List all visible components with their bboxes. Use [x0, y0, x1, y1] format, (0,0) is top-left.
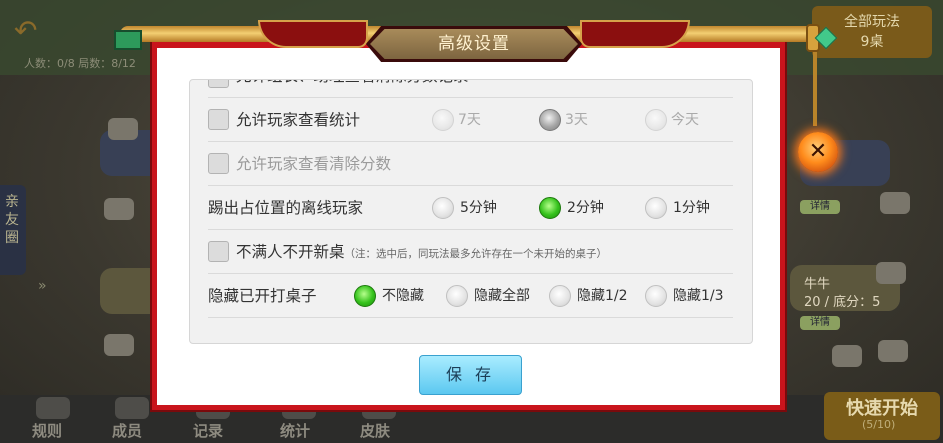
radio-button[interactable] — [645, 285, 667, 307]
radio-button[interactable] — [446, 285, 468, 307]
side-tab-label: 亲友圈 — [5, 194, 19, 246]
bottom-tab-rules[interactable]: 规则 — [32, 420, 62, 441]
setting-row-view-stats: 允许玩家查看统计 7天 3天 今天 — [208, 98, 733, 142]
setting-label: 允许玩家查看统计 — [236, 111, 361, 129]
settings-panel: 允许组长、助理查看清除分数记录 允许玩家查看统计 7天 3天 今天 允许玩家查看… — [189, 79, 753, 344]
setting-row-no-new-table: 不满人不开新桌（注：选中后，同玩法最多允许存在一个未开始的桌子） — [208, 230, 733, 274]
setting-label-wrap: 不满人不开新桌（注：选中后，同玩法最多允许存在一个未开始的桌子） — [236, 230, 607, 274]
table-seat — [108, 118, 138, 140]
setting-row-leader-clear-records: 允许组长、助理查看清除分数记录 — [208, 80, 733, 98]
rules-icon — [36, 397, 70, 419]
bottom-tab-skin[interactable]: 皮肤 — [360, 420, 390, 441]
setting-label: 允许组长、助理查看清除分数记录 — [236, 80, 469, 94]
lobby-stats-text: 人数：0/8 局数：8/12 — [24, 57, 136, 70]
radio-button[interactable] — [539, 109, 561, 131]
radio-button[interactable] — [432, 109, 454, 131]
right-table-info: 牛牛 20 / 底分：5 — [804, 276, 880, 312]
option-label: 3天 — [565, 112, 588, 128]
table-detail-button[interactable]: 详情 — [800, 316, 840, 330]
radio-button[interactable] — [645, 109, 667, 131]
setting-label: 不满人不开新桌 — [236, 243, 345, 261]
table-seat — [104, 198, 134, 220]
option-label: 2分钟 — [567, 200, 604, 216]
expand-arrow-icon[interactable]: » — [38, 278, 47, 294]
cloud-ornament-right — [580, 20, 690, 48]
radio-button[interactable] — [432, 197, 454, 219]
radio-button[interactable] — [539, 197, 561, 219]
option-label: 隐藏1/3 — [673, 288, 724, 304]
table-seat — [878, 340, 908, 362]
close-icon: ✕ — [808, 139, 828, 164]
bottom-tab-stats[interactable]: 统计 — [280, 420, 310, 441]
hanging-string — [813, 52, 817, 126]
side-tab-friends-circle[interactable]: 亲友圈 — [0, 185, 26, 275]
save-button[interactable]: 保 存 — [419, 355, 522, 395]
right-table-score: 20 / 底分：5 — [804, 295, 881, 310]
back-arrow-icon[interactable]: ↶ — [14, 17, 48, 45]
table-seat — [876, 262, 906, 284]
setting-row-hide-started: 隐藏已开打桌子 不隐藏 隐藏全部 隐藏1/2 隐藏1/3 — [208, 274, 733, 318]
setting-checkbox[interactable] — [208, 80, 229, 88]
cloud-ornament-left — [258, 20, 368, 48]
close-button[interactable]: ✕ — [798, 132, 838, 172]
right-table-game: 牛牛 — [804, 277, 831, 292]
table-seat — [880, 192, 910, 214]
setting-note: （注：选中后，同玩法最多允许存在一个未开始的桌子） — [344, 248, 608, 260]
setting-row-kick-offline: 踢出占位置的离线玩家 5分钟 2分钟 1分钟 — [208, 186, 733, 230]
all-modes-label: 全部玩法 — [844, 14, 900, 30]
quick-start-sub-label: (5/10) — [862, 418, 896, 431]
members-icon — [115, 397, 149, 419]
quick-start-label: 快速开始 — [846, 398, 918, 419]
table-seat — [104, 334, 134, 356]
radio-button[interactable] — [354, 285, 376, 307]
setting-label: 允许玩家查看清除分数 — [236, 155, 392, 173]
radio-button[interactable] — [645, 197, 667, 219]
option-label: 隐藏1/2 — [577, 288, 628, 304]
option-label: 7天 — [458, 112, 481, 128]
setting-label: 踢出占位置的离线玩家 — [208, 199, 364, 217]
option-label: 今天 — [671, 112, 699, 128]
option-label: 1分钟 — [673, 200, 710, 216]
setting-row-view-clear-score: 允许玩家查看清除分数 — [208, 142, 733, 186]
option-label: 不隐藏 — [382, 288, 424, 304]
bottom-tab-members[interactable]: 成员 — [112, 420, 142, 441]
option-label: 隐藏全部 — [474, 288, 530, 304]
setting-label: 隐藏已开打桌子 — [208, 287, 317, 305]
table-seat — [832, 345, 862, 367]
setting-checkbox[interactable] — [208, 109, 229, 130]
option-label: 5分钟 — [460, 200, 497, 216]
scroll-rod-cap — [114, 30, 142, 50]
radio-button[interactable] — [549, 285, 571, 307]
table-detail-button[interactable]: 详情 — [800, 200, 840, 214]
bottom-tab-records[interactable]: 记录 — [193, 420, 223, 441]
dialog-title: 高级设置 — [438, 34, 510, 54]
setting-checkbox[interactable] — [208, 241, 229, 262]
setting-checkbox[interactable] — [208, 153, 229, 174]
quick-start-button[interactable]: 快速开始 (5/10) — [824, 392, 940, 440]
